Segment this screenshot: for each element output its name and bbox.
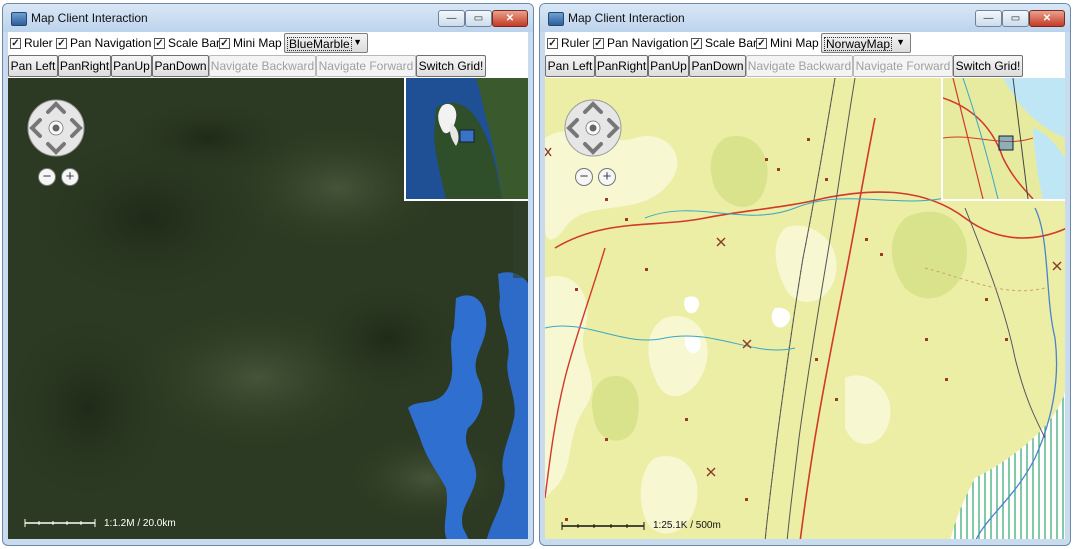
map-select-value: BlueMarble — [287, 37, 352, 51]
pan-down-button[interactable]: PanDown — [689, 55, 746, 77]
map-client-window-bluemarble: Map Client Interaction — ▭ ✕ ✓ Ruler ✓ P… — [2, 3, 534, 546]
app-icon — [11, 12, 27, 26]
chevron-down-icon: ▼ — [353, 37, 362, 47]
pan-compass-icon — [27, 99, 85, 157]
client-area: ✓ Ruler ✓ Pan Navigation ✓ Scale Bar ✓ M… — [8, 32, 528, 539]
scale-bar-ruler — [24, 519, 96, 527]
maximize-button[interactable]: ▭ — [465, 10, 492, 27]
scale-bar-checkbox[interactable]: ✓ Scale Bar — [154, 36, 220, 50]
navigate-forward-button[interactable]: Navigate Forward — [853, 55, 953, 77]
checkbox-label: Pan Navigation — [70, 36, 152, 50]
checkbox-label: Ruler — [561, 36, 590, 50]
pan-left-button[interactable]: Pan Left — [545, 55, 595, 77]
switch-grid-button[interactable]: Switch Grid! — [416, 55, 486, 77]
checkbox-mark[interactable]: ✓ — [10, 37, 21, 49]
ruler-checkbox[interactable]: ✓ Ruler — [10, 36, 53, 50]
pan-left-button[interactable]: Pan Left — [8, 55, 58, 77]
checkbox-mark[interactable]: ✓ — [219, 37, 230, 49]
pan-up-button[interactable]: PanUp — [111, 55, 152, 77]
mini-map[interactable] — [404, 78, 528, 201]
window-title: Map Client Interaction — [568, 11, 685, 25]
ruler-checkbox[interactable]: ✓ Ruler — [547, 36, 590, 50]
map-client-window-norwaymap: Map Client Interaction — ▭ ✕ ✓ Ruler ✓ P… — [539, 3, 1071, 546]
map-view-satellite[interactable]: − + 1:1.2M / 20.0km — [8, 78, 528, 539]
mini-map-checkbox[interactable]: ✓ Mini Map — [756, 36, 819, 50]
pan-navigation-control[interactable] — [563, 98, 623, 158]
options-toolbar: ✓ Ruler ✓ Pan Navigation ✓ Scale Bar ✓ M… — [545, 32, 1065, 54]
checkbox-mark[interactable]: ✓ — [547, 37, 558, 49]
mini-map-image — [406, 78, 528, 199]
minimize-button[interactable]: — — [975, 10, 1002, 27]
map-view-topographic[interactable]: − + 1:25.1K / 500m — [545, 78, 1065, 539]
checkbox-mark[interactable]: ✓ — [154, 37, 165, 49]
pan-right-button[interactable]: PanRight — [58, 55, 111, 77]
pan-navigation-checkbox[interactable]: ✓ Pan Navigation — [593, 36, 688, 50]
mini-map-checkbox[interactable]: ✓ Mini Map — [219, 36, 282, 50]
checkbox-label: Ruler — [24, 36, 53, 50]
maximize-button[interactable]: ▭ — [1002, 10, 1029, 27]
mini-map[interactable] — [941, 78, 1065, 201]
checkbox-mark[interactable]: ✓ — [593, 37, 604, 49]
mini-map-image — [943, 78, 1065, 199]
map-select[interactable]: NorwayMap ▼ — [821, 33, 911, 53]
navigation-toolbar: Pan Left PanRight PanUp PanDown Navigate… — [8, 55, 528, 77]
checkbox-label: Pan Navigation — [607, 36, 689, 50]
scale-text: 1:1.2M / 20.0km — [104, 518, 176, 529]
chevron-down-icon: ▼ — [896, 37, 905, 47]
checkbox-label: Scale Bar — [705, 36, 758, 50]
title-bar[interactable]: Map Client Interaction — ▭ ✕ — [3, 4, 533, 32]
pan-up-button[interactable]: PanUp — [648, 55, 689, 77]
options-toolbar: ✓ Ruler ✓ Pan Navigation ✓ Scale Bar ✓ M… — [8, 32, 528, 54]
pan-down-button[interactable]: PanDown — [152, 55, 209, 77]
checkbox-label: Mini Map — [233, 36, 282, 50]
map-select[interactable]: BlueMarble ▼ — [284, 33, 368, 53]
checkbox-mark[interactable]: ✓ — [691, 37, 702, 49]
scale-text: 1:25.1K / 500m — [653, 520, 721, 531]
window-title: Map Client Interaction — [31, 11, 148, 25]
map-select-value: NorwayMap — [824, 37, 893, 51]
client-area: ✓ Ruler ✓ Pan Navigation ✓ Scale Bar ✓ M… — [545, 32, 1065, 539]
checkbox-label: Scale Bar — [168, 36, 221, 50]
pan-navigation-checkbox[interactable]: ✓ Pan Navigation — [56, 36, 151, 50]
close-button[interactable]: ✕ — [1029, 10, 1065, 27]
checkbox-mark[interactable]: ✓ — [756, 37, 767, 49]
scale-bar-checkbox[interactable]: ✓ Scale Bar — [691, 36, 757, 50]
navigation-toolbar: Pan Left PanRight PanUp PanDown Navigate… — [545, 55, 1065, 77]
navigate-backward-button[interactable]: Navigate Backward — [209, 55, 316, 77]
pan-navigation-control[interactable] — [26, 98, 86, 158]
app-icon — [548, 12, 564, 26]
zoom-out-button[interactable]: − — [575, 168, 593, 186]
scale-bar — [561, 521, 645, 531]
navigate-backward-button[interactable]: Navigate Backward — [746, 55, 853, 77]
minimize-button[interactable]: — — [438, 10, 465, 27]
switch-grid-button[interactable]: Switch Grid! — [953, 55, 1023, 77]
scale-bar — [24, 518, 96, 528]
title-bar[interactable]: Map Client Interaction — ▭ ✕ — [540, 4, 1070, 32]
pan-right-button[interactable]: PanRight — [595, 55, 648, 77]
checkbox-label: Mini Map — [770, 36, 819, 50]
pan-compass-icon — [564, 99, 622, 157]
checkbox-mark[interactable]: ✓ — [56, 37, 67, 49]
scale-bar-ruler — [561, 522, 645, 530]
zoom-in-button[interactable]: + — [61, 168, 79, 186]
navigate-forward-button[interactable]: Navigate Forward — [316, 55, 416, 77]
zoom-in-button[interactable]: + — [598, 168, 616, 186]
close-button[interactable]: ✕ — [492, 10, 528, 27]
zoom-out-button[interactable]: − — [38, 168, 56, 186]
